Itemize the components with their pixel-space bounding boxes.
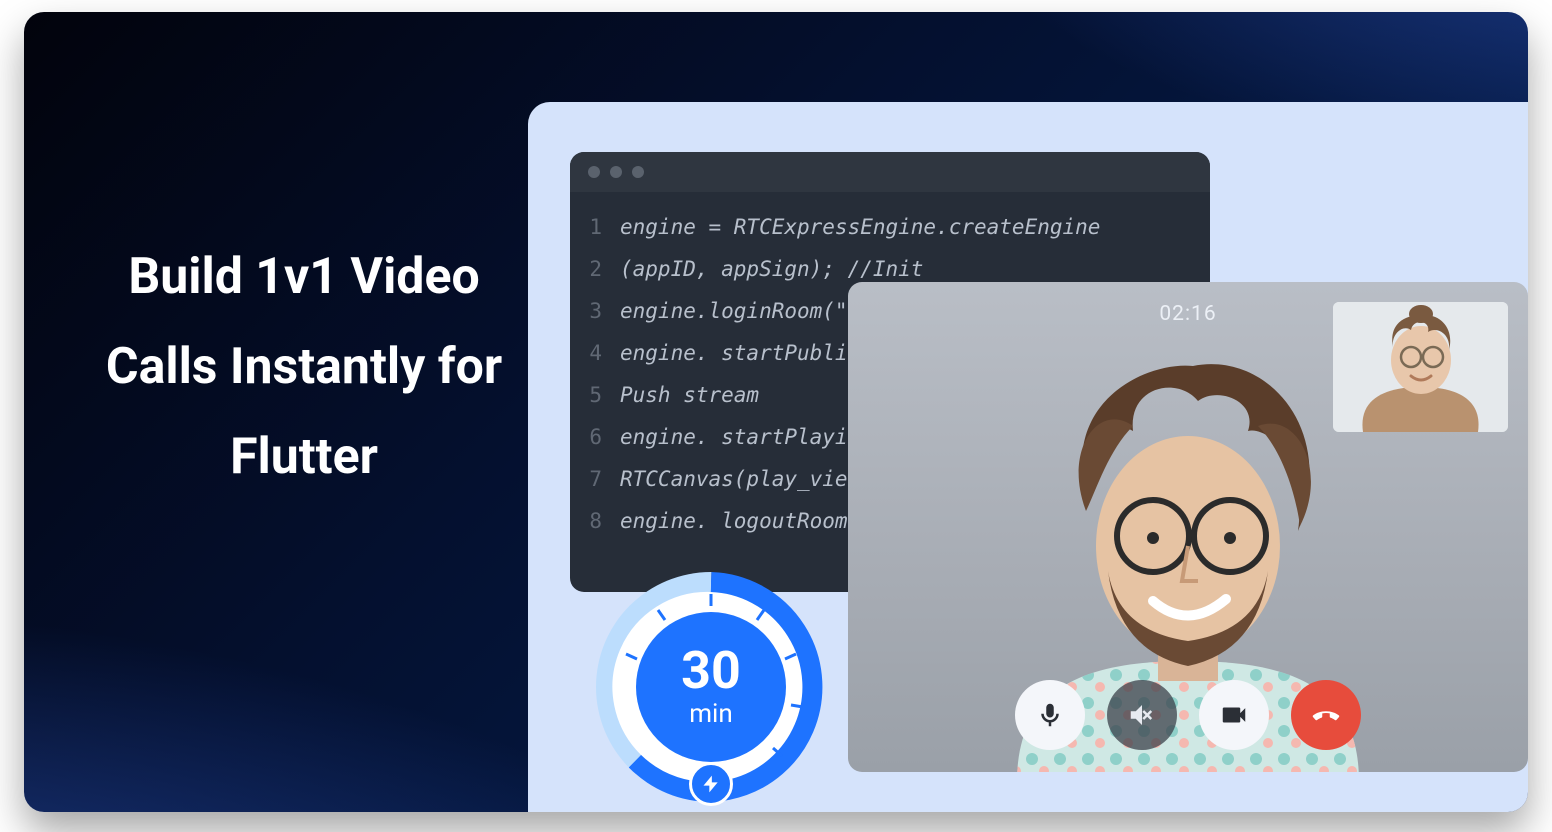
code-text: Push stream: [620, 383, 759, 407]
camera-icon: [1219, 700, 1249, 730]
timer-inner: 30 min: [636, 612, 786, 762]
speaker-muted-button[interactable]: [1107, 680, 1177, 750]
bolt-icon: [701, 774, 721, 794]
speaker-off-icon: [1127, 700, 1157, 730]
microphone-icon: [1035, 700, 1065, 730]
editor-titlebar: [570, 152, 1210, 192]
headline: Build 1v1 Video Calls Instantly for Flut…: [94, 232, 514, 502]
code-text: (appID, appSign); //Init: [620, 257, 923, 281]
timer-value: 30: [681, 645, 741, 697]
hangup-icon: [1311, 700, 1341, 730]
microphone-button[interactable]: [1015, 680, 1085, 750]
promo-card: Build 1v1 Video Calls Instantly for Flut…: [24, 12, 1528, 812]
call-controls: [1015, 680, 1361, 750]
timer-badge: 30 min: [596, 572, 826, 802]
bolt-badge: [689, 762, 733, 806]
traffic-light-dot: [632, 166, 644, 178]
call-duration: 02:16: [1159, 302, 1216, 326]
pip-participant: [1333, 302, 1508, 432]
camera-button[interactable]: [1199, 680, 1269, 750]
traffic-light-dot: [610, 166, 622, 178]
code-text: engine = RTCExpressEngine.createEngine: [620, 215, 1100, 239]
hangup-button[interactable]: [1291, 680, 1361, 750]
illustration-panel: 1engine = RTCExpressEngine.createEngine …: [528, 102, 1528, 812]
timer-unit: min: [689, 699, 732, 729]
video-call-window: 02:16: [848, 282, 1528, 772]
traffic-light-dot: [588, 166, 600, 178]
